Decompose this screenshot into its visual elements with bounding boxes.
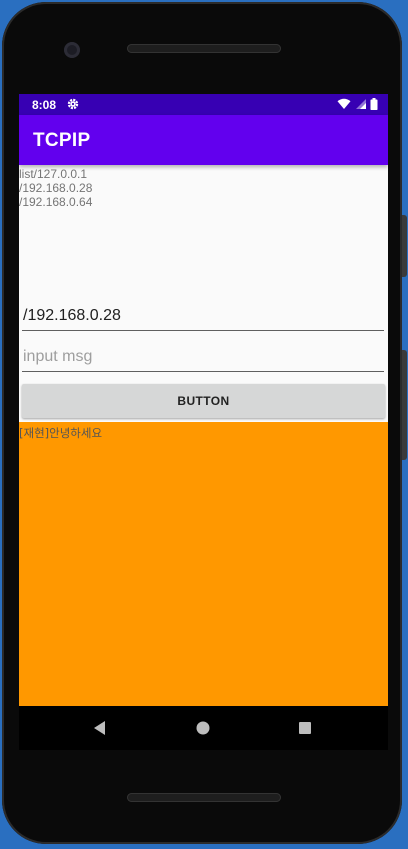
earpiece-speaker <box>127 44 281 53</box>
message-input[interactable] <box>22 342 384 372</box>
home-icon[interactable] <box>194 719 212 737</box>
settings-gear-icon <box>67 98 79 113</box>
chat-message: [재현]안녕하세요 <box>19 426 103 440</box>
app-screen: 8:08 TCPIP list/127.0.0.1 /192.168.0.28 … <box>19 94 388 706</box>
cell-signal-icon <box>355 99 366 109</box>
recents-icon[interactable] <box>296 719 314 737</box>
ip-list-item: /192.168.0.64 <box>19 195 93 209</box>
battery-icon <box>370 98 378 110</box>
wifi-icon <box>337 98 351 109</box>
status-icons <box>337 98 378 111</box>
app-bar: TCPIP <box>19 115 388 165</box>
send-button[interactable]: BUTTON <box>22 384 385 418</box>
navigation-bar <box>19 706 388 750</box>
connected-ip-list: list/127.0.0.1 /192.168.0.28 /192.168.0.… <box>19 167 379 209</box>
target-ip-field[interactable] <box>22 301 384 331</box>
bottom-speaker <box>127 793 281 802</box>
app-title: TCPIP <box>33 130 91 151</box>
ip-list-item: /192.168.0.28 <box>19 181 93 195</box>
power-button[interactable] <box>402 215 407 277</box>
ip-list-item: list/127.0.0.1 <box>19 167 88 181</box>
front-camera-icon <box>64 42 80 58</box>
status-bar: 8:08 <box>19 94 388 115</box>
volume-rocker[interactable] <box>402 350 407 460</box>
chat-log: [재현]안녕하세요 <box>19 422 388 706</box>
back-icon[interactable] <box>91 719 109 737</box>
status-time: 8:08 <box>32 98 57 112</box>
